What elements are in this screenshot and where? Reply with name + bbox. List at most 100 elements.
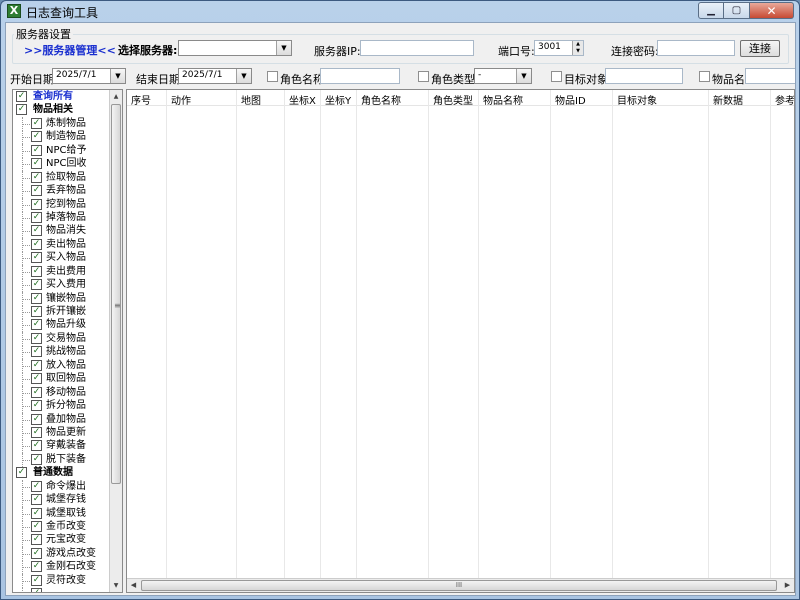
tree-item[interactable]: ✓ 买入物品: [13, 251, 110, 266]
tree-item-checkbox[interactable]: ✓: [16, 104, 27, 116]
results-grid[interactable]: 序号 动作 地图 坐标X 坐标Y 角色名称 角色类型 物品名称 物品ID 目标对象 新数据 参考 ◀ …: [126, 89, 795, 593]
role-name-input[interactable]: [320, 68, 400, 84]
server-ip-input[interactable]: [360, 40, 474, 56]
scroll-right-icon[interactable]: ▶: [781, 579, 794, 592]
tree-item[interactable]: ✓ 丢弃物品: [13, 184, 110, 199]
tree-item[interactable]: ✓ 卖出物品: [13, 237, 110, 252]
tree-item-checkbox[interactable]: ✓: [31, 346, 42, 358]
chevron-down-icon[interactable]: ▼: [516, 69, 531, 83]
tree-item-checkbox[interactable]: ✓: [31, 440, 42, 452]
tree-item-checkbox[interactable]: ✓: [31, 588, 42, 592]
target-checkbox[interactable]: [551, 71, 562, 82]
column-header[interactable]: 序号: [131, 92, 151, 107]
chevron-down-icon[interactable]: ▼: [110, 69, 125, 83]
tree-item-checkbox[interactable]: ✓: [31, 117, 42, 129]
tree-item[interactable]: ✓ 穿戴装备: [13, 439, 110, 454]
tree-item[interactable]: ✓ NPC回收: [13, 157, 110, 172]
target-input[interactable]: [605, 68, 683, 84]
tree-item[interactable]: ✓ 炼制物品: [13, 116, 110, 131]
column-header[interactable]: 物品名称: [483, 92, 523, 107]
stepper-up-icon[interactable]: ▲: [573, 41, 583, 48]
tree-item[interactable]: ✓ 灵符改变: [13, 573, 110, 588]
tree-item-checkbox[interactable]: ✓: [31, 386, 42, 398]
tree-item-checkbox[interactable]: ✓: [31, 332, 42, 344]
column-header[interactable]: 参考: [775, 92, 794, 107]
column-header[interactable]: 动作: [171, 92, 191, 107]
column-header[interactable]: 坐标Y: [325, 92, 351, 107]
tree-item-checkbox[interactable]: ✓: [16, 91, 27, 102]
column-header[interactable]: 角色名称: [361, 92, 401, 107]
tree-item-checkbox[interactable]: ✓: [31, 265, 42, 277]
column-header[interactable]: 坐标X: [289, 92, 316, 107]
tree-item[interactable]: ✓ 放入物品: [13, 358, 110, 373]
password-input[interactable]: [657, 40, 735, 56]
tree-item[interactable]: ✓ 掉落物品: [13, 210, 110, 225]
tree-item[interactable]: ✓ 游戏点改变: [13, 546, 110, 561]
column-header[interactable]: 新数据: [713, 92, 743, 107]
tree-item-checkbox[interactable]: ✓: [31, 453, 42, 465]
tree-item[interactable]: ✓ 城堡取钱: [13, 506, 110, 521]
column-header[interactable]: 角色类型: [433, 92, 473, 107]
tree-item-checkbox[interactable]: ✓: [31, 521, 42, 532]
close-button[interactable]: ✕: [750, 2, 794, 19]
server-manage-link[interactable]: >>服务器管理<<: [24, 42, 116, 58]
tree-item-checkbox[interactable]: ✓: [31, 507, 42, 519]
tree-item-checkbox[interactable]: ✓: [31, 211, 42, 223]
tree-item-checkbox[interactable]: ✓: [31, 574, 42, 586]
scroll-down-icon[interactable]: ▼: [110, 579, 122, 592]
tree-item[interactable]: ✓ 叠加物品: [13, 412, 110, 427]
tree-item-checkbox[interactable]: ✓: [31, 534, 42, 546]
role-type-checkbox[interactable]: [418, 71, 429, 82]
chevron-down-icon[interactable]: ▼: [276, 41, 291, 55]
tree-item-checkbox[interactable]: ✓: [31, 185, 42, 197]
tree-item[interactable]: ✓ 物品相关: [13, 103, 110, 116]
scroll-thumb[interactable]: ≡: [111, 104, 121, 484]
stepper-down-icon[interactable]: ▼: [573, 48, 583, 55]
scroll-up-icon[interactable]: ▲: [110, 90, 122, 103]
scroll-left-icon[interactable]: ◀: [127, 579, 140, 592]
tree-item[interactable]: ✓ 取回物品: [13, 372, 110, 387]
tree-item[interactable]: ✓ 镶嵌物品: [13, 291, 110, 306]
scroll-thumb[interactable]: III: [141, 580, 777, 591]
tree-item[interactable]: ✓ 查询所有: [13, 90, 110, 103]
chevron-down-icon[interactable]: ▼: [236, 69, 251, 83]
tree-item[interactable]: ✓ 制造物品: [13, 130, 110, 145]
tree-item-checkbox[interactable]: ✓: [31, 131, 42, 143]
tree-item-checkbox[interactable]: ✓: [31, 225, 42, 237]
tree-item-checkbox[interactable]: ✓: [31, 306, 42, 317]
tree-item[interactable]: ✓ 拆开镶嵌: [13, 305, 110, 319]
tree-item[interactable]: ✓ 物品消失: [13, 224, 110, 239]
column-header[interactable]: 地图: [241, 92, 261, 107]
tree-item[interactable]: ✓ 挑战物品: [13, 345, 110, 360]
tree-item-checkbox[interactable]: ✓: [31, 171, 42, 183]
tree-item-checkbox[interactable]: ✓: [31, 547, 42, 559]
item-name-input[interactable]: [745, 68, 795, 84]
end-date-picker[interactable]: 2025/7/1 ▼: [178, 68, 252, 84]
tree-item-checkbox[interactable]: ✓: [31, 279, 42, 291]
port-stepper[interactable]: 3001 ▲ ▼: [534, 40, 584, 56]
tree-item[interactable]: ✓ 金刚石改变: [13, 560, 110, 575]
tree-item[interactable]: ✓ 普通数据: [13, 466, 110, 479]
tree-item-checkbox[interactable]: ✓: [31, 292, 42, 304]
tree-item-checkbox[interactable]: ✓: [31, 144, 42, 156]
grid-hscrollbar[interactable]: ◀ III ▶: [127, 578, 794, 592]
start-date-picker[interactable]: 2025/7/1 ▼: [52, 68, 126, 84]
tree-item[interactable]: ✓ 命令爆出: [13, 479, 110, 494]
tree-item[interactable]: ✓: [13, 587, 110, 592]
server-select[interactable]: ▼: [178, 40, 292, 56]
tree-item[interactable]: ✓ 脱下装备: [13, 452, 110, 467]
tree-item-checkbox[interactable]: ✓: [31, 494, 42, 506]
tree-item[interactable]: ✓ 卖出费用: [13, 264, 110, 279]
tree-scrollbar[interactable]: ▲ ≡ ▼: [109, 90, 122, 592]
column-header[interactable]: 物品ID: [555, 92, 586, 107]
tree-item-checkbox[interactable]: ✓: [31, 426, 42, 438]
tree-item-checkbox[interactable]: ✓: [31, 198, 42, 210]
item-name-checkbox[interactable]: [699, 71, 710, 82]
tree-item[interactable]: ✓ 金币改变: [13, 520, 110, 534]
tree-item[interactable]: ✓ 买入费用: [13, 278, 110, 293]
tree-item-checkbox[interactable]: ✓: [31, 413, 42, 425]
connect-button[interactable]: 连接: [740, 40, 780, 57]
tree-item-checkbox[interactable]: ✓: [31, 359, 42, 371]
tree-item-checkbox[interactable]: ✓: [31, 319, 42, 331]
tree-item-checkbox[interactable]: ✓: [31, 480, 42, 492]
